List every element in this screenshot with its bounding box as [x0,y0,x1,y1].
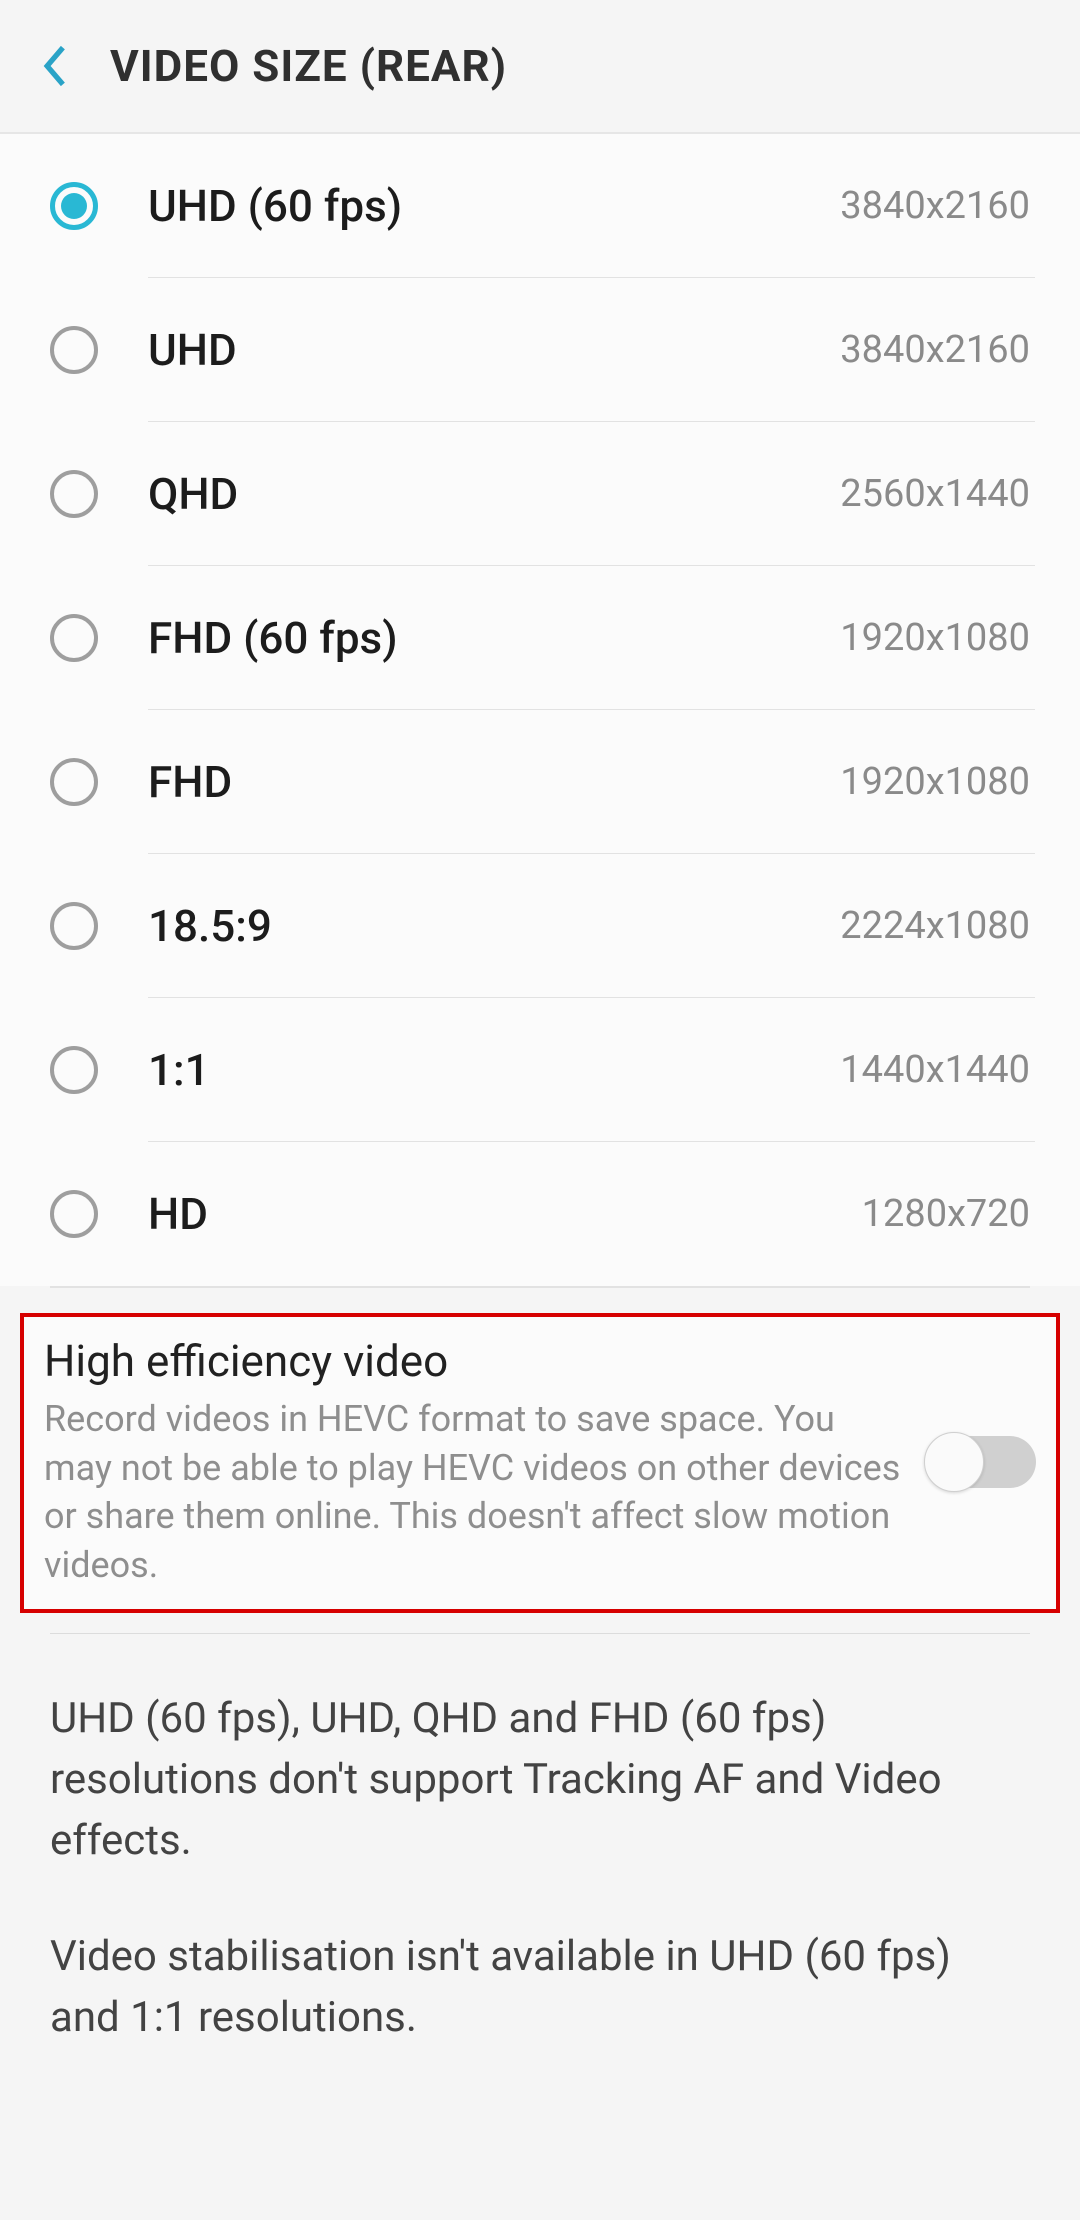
radio-icon [50,902,98,950]
header: VIDEO SIZE (REAR) [0,0,1080,132]
option-resolution: 1920x1080 [840,760,1030,804]
option-label: FHD (60 fps) [148,612,840,664]
info-paragraph-1: UHD (60 fps), UHD, QHD and FHD (60 fps) … [50,1689,1030,1872]
option-resolution: 2224x1080 [840,904,1030,948]
radio-icon [50,326,98,374]
toggle-knob [924,1432,984,1492]
hevc-toggle[interactable] [926,1436,1036,1488]
page-title: VIDEO SIZE (REAR) [110,40,507,92]
option-fhd[interactable]: FHD 1920x1080 [50,710,1030,854]
option-label: UHD (60 fps) [148,180,840,232]
hevc-text: High efficiency video Record videos in H… [44,1335,906,1589]
option-label: FHD [148,756,840,808]
option-qhd[interactable]: QHD 2560x1440 [50,422,1030,566]
list-bottom-divider [50,1286,1030,1288]
option-resolution: 1440x1440 [840,1048,1030,1092]
option-label: 1:1 [148,1044,840,1096]
option-1-1[interactable]: 1:1 1440x1440 [50,998,1030,1142]
option-uhd[interactable]: UHD 3840x2160 [50,278,1030,422]
hevc-description: Record videos in HEVC format to save spa… [44,1395,906,1589]
radio-icon [50,614,98,662]
option-resolution: 3840x2160 [840,184,1030,228]
video-size-list: UHD (60 fps) 3840x2160 UHD 3840x2160 QHD… [0,134,1080,1286]
option-18-5-9[interactable]: 18.5:9 2224x1080 [50,854,1030,998]
option-resolution: 3840x2160 [840,328,1030,372]
option-label: UHD [148,324,840,376]
high-efficiency-video-setting[interactable]: High efficiency video Record videos in H… [20,1313,1060,1613]
radio-icon [50,758,98,806]
radio-icon [50,1190,98,1238]
option-resolution: 1920x1080 [840,616,1030,660]
option-resolution: 1280x720 [862,1192,1030,1236]
hevc-title: High efficiency video [44,1335,906,1387]
info-text: UHD (60 fps), UHD, QHD and FHD (60 fps) … [0,1634,1080,2088]
option-resolution: 2560x1440 [840,472,1030,516]
option-label: HD [148,1188,862,1240]
option-fhd-60fps[interactable]: FHD (60 fps) 1920x1080 [50,566,1030,710]
radio-icon [50,182,98,230]
back-button[interactable] [30,41,80,91]
info-paragraph-2: Video stabilisation isn't available in U… [50,1927,1030,2049]
option-uhd-60fps[interactable]: UHD (60 fps) 3840x2160 [50,134,1030,278]
radio-icon [50,470,98,518]
option-label: QHD [148,468,840,520]
option-hd[interactable]: HD 1280x720 [50,1142,1030,1286]
chevron-left-icon [39,45,71,87]
option-label: 18.5:9 [148,900,840,952]
radio-icon [50,1046,98,1094]
